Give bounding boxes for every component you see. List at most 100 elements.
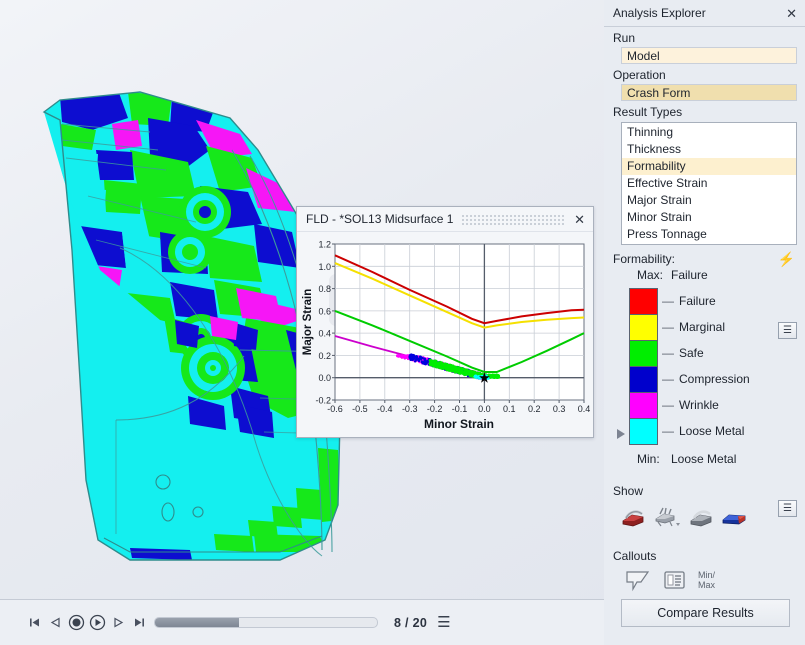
legend-dash-icon: — [662,424,674,438]
drag-grip-icon[interactable] [461,214,564,225]
record-icon[interactable] [68,614,85,631]
y-axis-label: Major Strain [302,289,314,355]
legend-label: Wrinkle [679,398,719,412]
fld-title-bar[interactable]: FLD - *SOL13 Midsurface 1 ✕ [297,207,593,232]
legend-swatch[interactable] [630,341,657,367]
svg-text:0.0: 0.0 [478,404,491,414]
step-forward-icon[interactable] [110,614,127,631]
svg-text:0.4: 0.4 [318,329,331,339]
svg-text:1.2: 1.2 [318,240,331,250]
close-icon[interactable]: ✕ [786,7,797,20]
playback-menu-icon[interactable]: ☰ [437,615,450,630]
svg-text:0.8: 0.8 [318,284,331,294]
legend-label-list: — Failure — Marginal — Safe — Compression — Wrink… [662,288,750,444]
fld-title: FLD - *SOL13 Midsurface 1 [306,212,453,226]
timeline-slider[interactable] [154,617,378,628]
legend-label: Failure [679,294,716,308]
skip-last-icon[interactable] [131,614,148,631]
show-options-menu-icon[interactable]: ☰ [778,500,797,517]
svg-text:0.4: 0.4 [578,404,591,414]
result-type-item[interactable]: Thickness [622,141,796,158]
timeline-progress [155,618,239,627]
formability-header-row: Formability: ⚡ [604,245,805,266]
legend-dash-icon: — [662,372,674,386]
x-axis-label: Minor Strain [424,417,494,431]
legend-options-menu-icon[interactable]: ☰ [778,322,797,339]
blank-blue-red-icon[interactable] [720,506,748,528]
legend-dash-icon: — [662,398,674,412]
svg-text:-0.3: -0.3 [402,404,418,414]
legend-color-bar[interactable] [629,288,658,445]
legend-label: Compression [679,372,750,386]
legend-dash-icon: — [662,346,674,360]
result-types-listbox[interactable]: ThinningThicknessFormabilityEffective St… [621,122,797,245]
lightning-bolt-icon[interactable]: ⚡ [778,252,795,266]
legend-swatch[interactable] [630,315,657,341]
svg-text:0.2: 0.2 [528,404,541,414]
svg-text:0.6: 0.6 [318,306,331,316]
legend-item: — Failure [662,288,750,314]
skip-first-icon[interactable] [26,614,43,631]
callout-flag-icon[interactable] [624,568,651,592]
panel-title: Analysis Explorer [613,6,706,20]
note-list-icon[interactable] [661,568,688,592]
max-value: Failure [671,268,708,282]
panel-header: Analysis Explorer ✕ [604,0,805,27]
max-row: Max:Failure [604,266,805,282]
run-label: Run [604,27,805,47]
legend-dash-icon: — [662,294,674,308]
close-icon[interactable]: ✕ [572,213,587,226]
fld-plot-area: anyz.com [297,232,593,437]
result-type-item[interactable]: Formability [622,158,796,175]
min-key: Min: [637,452,671,466]
result-type-item[interactable]: Minor Strain [622,209,796,226]
minmax-label-line2: Max [698,580,715,590]
legend-swatch[interactable] [630,419,657,444]
legend-item: — Loose Metal [662,418,750,444]
result-type-item[interactable]: Press Tonnage [622,226,796,243]
svg-text:-0.5: -0.5 [352,404,368,414]
result-type-item[interactable]: Thinning [622,124,796,141]
formed-part-red-icon[interactable] [620,506,646,528]
legend-label: Loose Metal [679,424,744,438]
result-type-item[interactable]: Effective Strain [622,175,796,192]
svg-text:0.0: 0.0 [318,373,331,383]
svg-text:-0.2: -0.2 [427,404,443,414]
svg-text:-0.1: -0.1 [452,404,468,414]
operation-label: Operation [604,64,805,84]
legend-label: Safe [679,346,704,360]
step-back-icon[interactable] [47,614,64,631]
legend-dash-icon: — [662,320,674,334]
minmax-label-line1: Min/ [698,570,715,580]
compare-results-button[interactable]: Compare Results [621,599,790,627]
show-label: Show [604,466,805,500]
show-icon-row: ☰ [604,500,805,544]
svg-text:0.2: 0.2 [318,351,331,361]
legend-swatch[interactable] [630,289,657,315]
legend-swatch[interactable] [630,367,657,393]
legend-item: — Compression [662,366,750,392]
frame-counter: 8 / 20 [394,616,427,630]
callouts-label: Callouts [604,544,805,565]
formability-label: Formability: [613,252,675,266]
play-icon[interactable] [89,614,106,631]
run-value-field[interactable]: Model [621,47,797,64]
min-indicator-arrow-icon [617,429,625,439]
part-gray-icon[interactable] [688,506,714,528]
result-types-label: Result Types [604,101,805,121]
svg-text:0.3: 0.3 [553,404,566,414]
legend-label: Marginal [679,320,725,334]
application-window: 8 / 20 ☰ FLD - *SOL13 Midsurface 1 ✕ any… [0,0,805,645]
min-row: Min:Loose Metal [604,448,805,466]
minmax-toggle[interactable]: Min/ Max [698,570,715,590]
die-tools-icon[interactable] [652,506,682,528]
result-type-item[interactable]: Major Strain [622,192,796,209]
operation-value-field[interactable]: Crash Form [621,84,797,101]
fld-chart-svg: 1.2 1.0 0.8 0.6 0.4 0.2 0.0 -0.2 [297,232,593,437]
callout-icon-row: Min/ Max [604,565,805,592]
legend-item: — Marginal [662,314,750,340]
svg-text:0.1: 0.1 [503,404,516,414]
legend-swatch[interactable] [630,393,657,419]
fld-chart-window[interactable]: FLD - *SOL13 Midsurface 1 ✕ anyz.com [296,206,594,438]
svg-text:-0.4: -0.4 [377,404,393,414]
